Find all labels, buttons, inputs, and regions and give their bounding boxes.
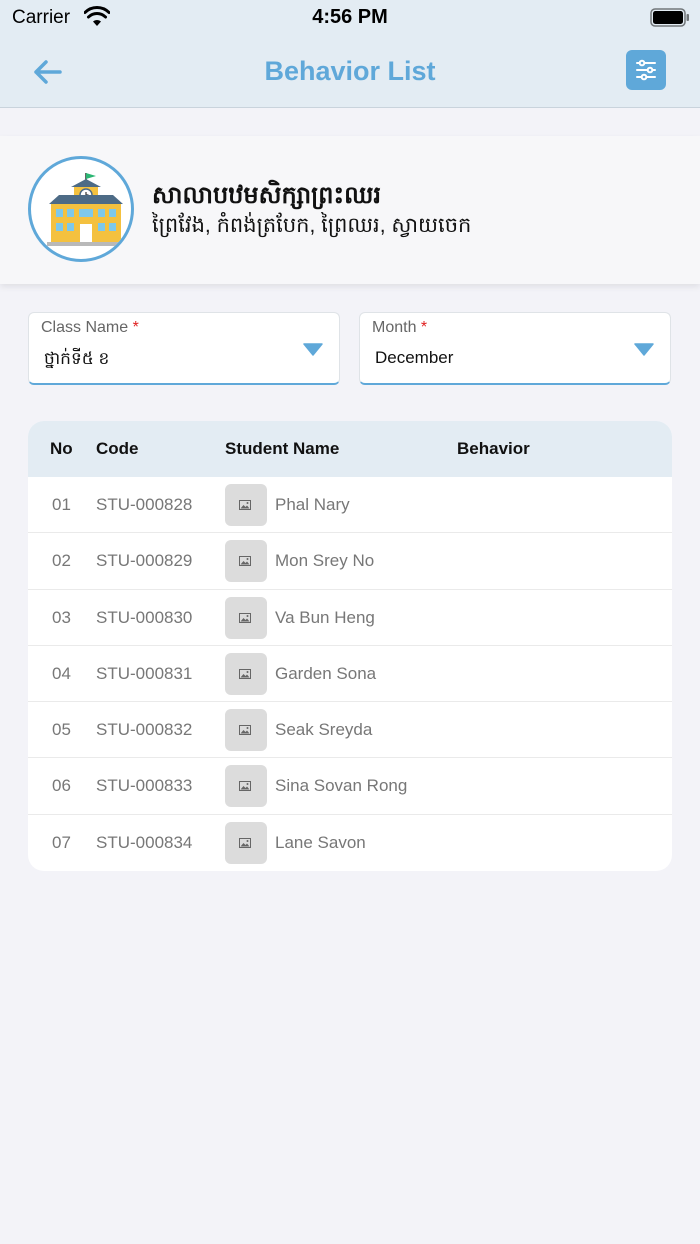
- table-row[interactable]: 02 STU-000829 Mon Srey No: [28, 533, 672, 590]
- header-code: Code: [96, 439, 139, 458]
- image-placeholder-icon: [239, 781, 251, 792]
- table-header: No Code Student Name Behavior: [28, 421, 672, 477]
- table-row[interactable]: 03 STU-000830 Va Bun Heng: [28, 590, 672, 646]
- row-code: STU-000831: [96, 663, 193, 683]
- clock: 4:56 PM: [312, 6, 388, 28]
- image-placeholder-icon: [239, 500, 251, 510]
- student-photo: [225, 652, 267, 695]
- table-row[interactable]: 05 STU-000832 Seak Sreyda: [28, 702, 672, 759]
- table-row[interactable]: 01 STU-000828 Phal Nary: [28, 477, 672, 534]
- battery-icon: [650, 8, 689, 27]
- row-no: 04: [52, 663, 71, 683]
- row-code: STU-000829: [96, 551, 193, 571]
- class-name-value: ថ្នាក់ទី៥ ខ: [44, 349, 110, 368]
- school-address: ព្រៃវែង, កំពង់ត្របែក, ព្រៃឈរ, ស្វាយចេក: [152, 214, 472, 237]
- table-body: 01 STU-000828 Phal Nary 02 STU-000829 Mo…: [28, 477, 672, 871]
- row-no: 01: [52, 495, 71, 514]
- row-no: 03: [52, 607, 71, 627]
- school-building-icon: [47, 173, 125, 246]
- table-row[interactable]: 06 STU-000833 Sina Sovan Rong: [28, 758, 672, 815]
- row-code: STU-000832: [96, 720, 193, 740]
- row-student-name: Va Bun Heng: [275, 607, 375, 627]
- table-row[interactable]: 04 STU-000831 Garden Sona: [28, 646, 672, 703]
- row-student-name: Mon Srey No: [275, 551, 375, 571]
- month-dropdown[interactable]: Month * December: [359, 312, 671, 385]
- row-code: STU-000834: [96, 832, 193, 852]
- row-no: 02: [52, 551, 71, 571]
- row-code: STU-000830: [96, 607, 193, 627]
- student-photo: [225, 540, 267, 583]
- required-mark: *: [132, 319, 139, 336]
- student-photo: [225, 821, 267, 864]
- student-photo: [225, 484, 267, 526]
- header-behavior: Behavior: [457, 439, 530, 458]
- caret-down-icon: [634, 343, 654, 356]
- required-mark: *: [420, 319, 428, 336]
- table-row[interactable]: 07 STU-000834 Lane Savon: [28, 815, 672, 871]
- school-card: សាលាបឋមសិក្សាព្រះឈរ ព្រៃវែង, កំពង់ត្របែក…: [0, 136, 700, 284]
- header-no: No: [50, 439, 73, 458]
- header-student-name: Student Name: [225, 439, 340, 458]
- row-no: 07: [52, 832, 71, 852]
- row-code: STU-000833: [96, 776, 193, 796]
- row-student-name: Lane Savon: [275, 832, 366, 852]
- row-student-name: Seak Sreyda: [275, 720, 373, 740]
- school-logo: [28, 156, 134, 262]
- student-photo: [225, 709, 267, 752]
- row-no: 05: [52, 720, 71, 740]
- class-name-label: Class Name *: [41, 319, 139, 337]
- student-photo: [225, 765, 267, 808]
- image-placeholder-icon: [239, 612, 251, 623]
- month-label: Month *: [372, 319, 427, 337]
- image-placeholder-icon: [239, 725, 251, 736]
- status-bar: Carrier 4:56 PM: [0, 0, 700, 36]
- student-photo: [225, 596, 267, 639]
- row-no: 06: [52, 776, 71, 796]
- class-name-label-text: Class Name: [41, 319, 129, 336]
- row-code: STU-000828: [96, 495, 193, 514]
- row-student-name: Phal Nary: [275, 495, 350, 514]
- class-name-dropdown[interactable]: Class Name * ថ្នាក់ទី៥ ខ: [28, 312, 340, 385]
- caret-down-icon: [303, 343, 323, 356]
- page-title: Behavior List: [264, 56, 436, 86]
- behavior-table: No Code Student Name Behavior 01 STU-000…: [28, 421, 672, 871]
- month-value: December: [375, 348, 454, 367]
- image-placeholder-icon: [239, 556, 251, 567]
- filter-button[interactable]: [626, 50, 666, 90]
- school-name: សាលាបឋមសិក្សាព្រះឈរ: [152, 182, 381, 209]
- row-student-name: Sina Sovan Rong: [275, 776, 408, 796]
- nav-bar: Behavior List: [0, 36, 700, 108]
- row-student-name: Garden Sona: [275, 663, 377, 683]
- image-placeholder-icon: [239, 668, 251, 679]
- image-placeholder-icon: [239, 837, 251, 848]
- month-label-text: Month: [372, 319, 417, 336]
- sliders-icon: [636, 59, 656, 81]
